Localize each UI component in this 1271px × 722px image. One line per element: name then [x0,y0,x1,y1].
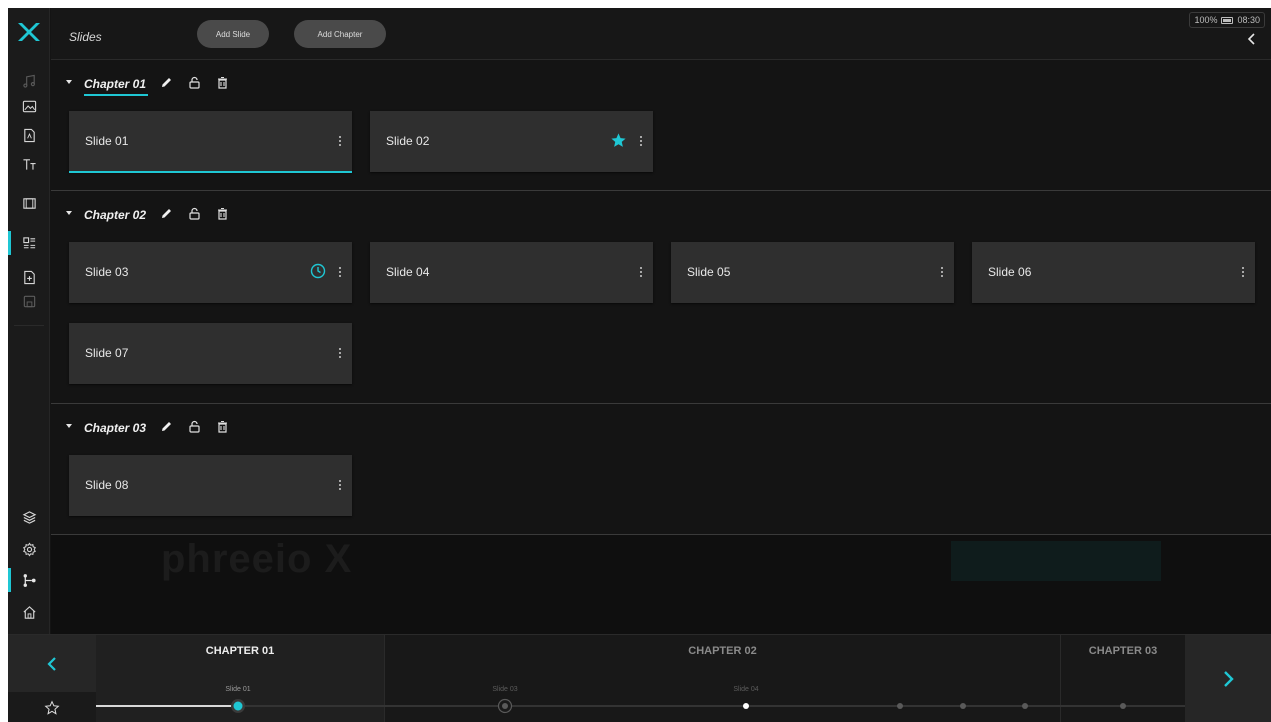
chapter-active-underline [84,94,148,96]
more-options-icon[interactable] [1241,266,1245,278]
sidebar [8,8,50,634]
chapter-title: Chapter 03 [84,421,147,435]
more-options-icon[interactable] [639,135,643,147]
top-bar: Slides Add Slide Add Chapter 100% 08:30 [51,8,1271,60]
more-options-icon[interactable] [338,135,342,147]
more-options-icon[interactable] [940,266,944,278]
timeline-marker[interactable] [743,703,749,709]
slide-card[interactable]: Slide 02 [370,111,653,172]
background-preview: phreeio X [51,535,1271,634]
next-button[interactable] [1185,635,1271,722]
timeline-marker[interactable] [497,698,513,714]
clock-icon[interactable] [310,263,326,279]
slide-card[interactable]: Slide 03 [69,242,352,303]
more-options-icon[interactable] [338,266,342,278]
chevron-left-icon [47,656,56,671]
slide-label: Slide 05 [687,265,731,279]
rail-divider [14,325,44,326]
battery-icon [1221,16,1234,24]
favorites-button[interactable] [8,692,96,722]
save-icon[interactable] [8,286,50,316]
slide-label: Slide 07 [85,346,129,360]
layers-icon[interactable] [8,502,50,532]
timeline-current-marker[interactable] [230,698,246,714]
pdf-icon[interactable] [8,120,50,150]
slide-card[interactable]: Slide 05 [671,242,954,303]
selected-underline [69,171,352,173]
chapter-divider [51,190,1271,191]
slide-card[interactable]: Slide 07 [69,323,352,384]
status-indicator: 100% 08:30 [1189,12,1265,28]
home-icon[interactable] [8,597,50,627]
collapse-caret-icon[interactable] [66,211,72,215]
slide-label: Slide 06 [988,265,1032,279]
timeline-chapter-title: CHAPTER 01 [205,645,275,657]
chevron-left-icon[interactable] [1245,32,1259,46]
lock-icon[interactable] [188,76,201,89]
star-outline-icon [44,699,60,715]
slide-card[interactable]: Slide 06 [972,242,1255,303]
battery-level: 100% [1194,15,1218,25]
slide-label: Slide 03 [85,265,129,279]
add-slide-button[interactable]: Add Slide [197,20,269,48]
background-block [951,541,1161,581]
trash-icon[interactable] [216,420,229,433]
edit-icon[interactable] [160,76,173,89]
timeline-chapter-title: CHAPTER 02 [688,645,757,657]
background-watermark: phreeio X [161,537,353,581]
lock-icon[interactable] [188,420,201,433]
chapter-title: Chapter 01 [84,77,147,91]
edit-icon[interactable] [160,420,173,433]
settings-icon[interactable] [8,534,50,564]
timeline-marker[interactable] [1022,703,1028,709]
add-chapter-button[interactable]: Add Chapter [294,20,386,48]
timeline-progress [96,705,238,707]
slide-card[interactable]: Slide 01 [69,111,352,173]
slide-card[interactable]: Slide 04 [370,242,653,303]
chapter-header: Chapter 01 [51,67,1271,101]
timeline-marker[interactable] [897,703,903,709]
timeline-chapter[interactable]: CHAPTER 02 [384,635,1060,722]
more-options-icon[interactable] [338,479,342,491]
collapse-caret-icon[interactable] [66,80,72,84]
chapter-divider [51,403,1271,404]
collapse-caret-icon[interactable] [66,424,72,428]
slide-label: Slide 04 [386,265,430,279]
star-icon[interactable] [610,132,627,149]
text-icon[interactable] [8,149,50,179]
flow-icon[interactable] [8,565,50,595]
timeline-marker-label: Slide 03 [492,686,518,693]
chapter-header: Chapter 02 [51,198,1271,232]
timeline-marker-label: Slide 04 [733,686,759,693]
page-title: Slides [69,30,102,44]
slide-card[interactable]: Slide 08 [69,455,352,516]
slide-label: Slide 02 [386,134,430,148]
app-window: Slides Add Slide Add Chapter 100% 08:30 … [8,8,1271,722]
edit-icon[interactable] [160,207,173,220]
timeline-marker[interactable] [1120,703,1126,709]
previous-button[interactable] [8,635,96,692]
slides-icon[interactable] [8,228,50,258]
clock-time: 08:30 [1237,15,1260,25]
chapter-navigator: CHAPTER 01 CHAPTER 02 CHAPTER 03 Slide 0… [8,634,1271,722]
more-options-icon[interactable] [338,347,342,359]
image-icon[interactable] [8,91,50,121]
timeline-marker[interactable] [960,703,966,709]
more-options-icon[interactable] [639,266,643,278]
slide-label: Slide 08 [85,478,129,492]
app-logo [18,23,40,41]
chevron-right-icon [1224,671,1234,687]
trash-icon[interactable] [216,76,229,89]
lock-icon[interactable] [188,207,201,220]
video-icon[interactable] [8,188,50,218]
chapter-header: Chapter 03 [51,411,1271,445]
trash-icon[interactable] [216,207,229,220]
timeline-marker-label: Slide 01 [225,686,251,693]
timeline-chapter-title: CHAPTER 03 [1088,645,1158,657]
chapter-title: Chapter 02 [84,208,147,222]
slide-label: Slide 01 [85,134,129,148]
